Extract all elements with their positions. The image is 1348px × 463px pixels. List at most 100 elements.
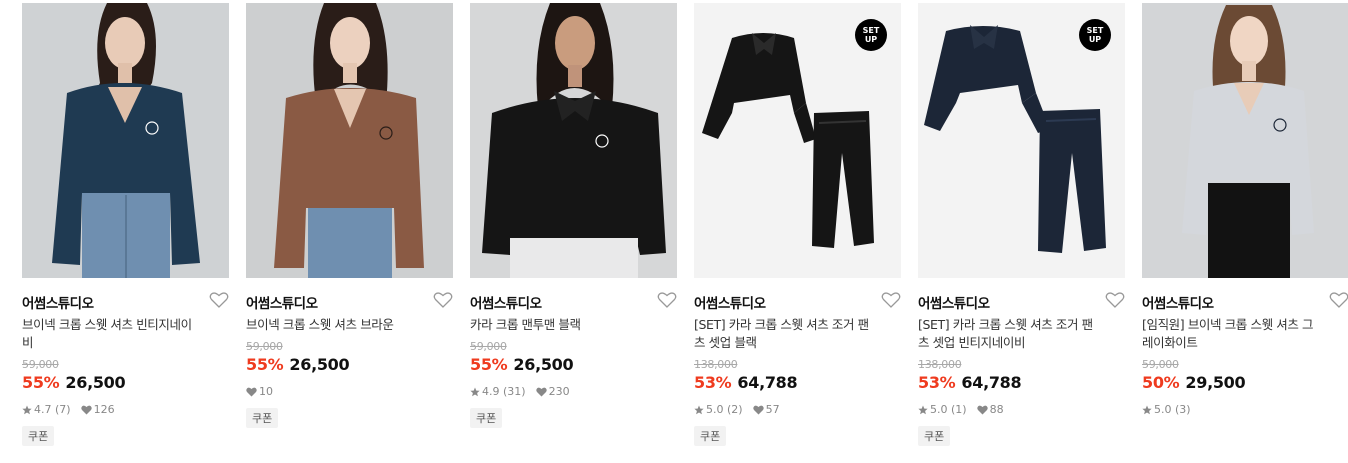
- like-count: 126: [93, 403, 115, 416]
- heart-icon[interactable]: [1329, 291, 1348, 309]
- model-grey-sweatshirt-image: [1142, 3, 1348, 278]
- original-price: 59,000: [470, 340, 507, 353]
- review-count: (3): [1175, 403, 1191, 416]
- heart-filled-icon: [976, 405, 988, 414]
- original-price: 138,000: [918, 358, 962, 371]
- product-card[interactable]: 어썸스튜디오 [임직원] 브이넥 크롭 스웻 셔츠 그레이화이트 59,000 …: [1142, 3, 1348, 416]
- heart-icon[interactable]: [1105, 291, 1125, 309]
- heart-filled-icon: [752, 405, 764, 414]
- product-meta: 5.0 (1) 88: [918, 403, 1125, 416]
- product-name[interactable]: [SET] 카라 크롭 스웻 셔츠 조거 팬츠 셋업 블랙: [694, 316, 874, 352]
- product-meta: 4.9 (31) 230: [470, 385, 677, 398]
- original-price: 59,000: [1142, 358, 1179, 371]
- brand-name[interactable]: 어썸스튜디오: [246, 296, 318, 312]
- coupon-badge: 쿠폰: [470, 408, 503, 428]
- likes: 10: [246, 385, 273, 398]
- star-icon: [470, 387, 480, 396]
- product-grid: 어썸스튜디오 브이넥 크롭 스웻 셔츠 빈티지네이비 59,000 55% 26,…: [0, 0, 1348, 463]
- model-brown-sweatshirt-image: [246, 3, 453, 278]
- rating-value: 4.9: [482, 385, 500, 398]
- likes: 57: [752, 403, 780, 416]
- review-count: (31): [503, 385, 526, 398]
- star-icon: [22, 405, 32, 414]
- sale-price: 26,500: [513, 355, 574, 374]
- set-up-badge: SET UP: [855, 19, 887, 51]
- price-row: 55% 26,500: [470, 355, 677, 374]
- heart-icon[interactable]: [881, 291, 901, 309]
- product-card[interactable]: 어썸스튜디오 브이넥 크롭 스웻 셔츠 빈티지네이비 59,000 55% 26,…: [22, 3, 229, 446]
- rating-value: 5.0: [1154, 403, 1172, 416]
- coupon-badge: 쿠폰: [22, 426, 55, 446]
- star-icon: [1142, 405, 1152, 414]
- heart-icon[interactable]: [657, 291, 677, 309]
- product-image[interactable]: SET UP: [918, 3, 1125, 278]
- discount-rate: 55%: [22, 373, 60, 392]
- likes: 88: [976, 403, 1004, 416]
- product-meta: 5.0 (2) 57: [694, 403, 901, 416]
- product-image[interactable]: [1142, 3, 1348, 278]
- coupon-badge: 쿠폰: [918, 426, 951, 446]
- product-meta: 10: [246, 385, 453, 398]
- price-row: 55% 26,500: [246, 355, 453, 374]
- likes: 126: [80, 403, 115, 416]
- review-count: (2): [727, 403, 743, 416]
- product-image[interactable]: SET UP: [694, 3, 901, 278]
- set-up-badge: SET UP: [1079, 19, 1111, 51]
- discount-rate: 55%: [246, 355, 284, 374]
- product-name[interactable]: 브이넥 크롭 스웻 셔츠 브라운: [246, 316, 426, 334]
- sale-price: 64,788: [961, 373, 1022, 392]
- product-name[interactable]: [임직원] 브이넥 크롭 스웻 셔츠 그레이화이트: [1142, 316, 1322, 352]
- product-meta: 4.7 (7) 126: [22, 403, 229, 416]
- brand-name[interactable]: 어썸스튜디오: [22, 296, 94, 312]
- product-image[interactable]: [246, 3, 453, 278]
- rating-value: 5.0: [930, 403, 948, 416]
- original-price: 138,000: [694, 358, 738, 371]
- heart-icon[interactable]: [209, 291, 229, 309]
- sale-price: 26,500: [65, 373, 126, 392]
- brand-name[interactable]: 어썸스튜디오: [470, 296, 542, 312]
- product-card[interactable]: 어썸스튜디오 카라 크롭 맨투맨 블랙 59,000 55% 26,500 4.9…: [470, 3, 677, 428]
- product-name[interactable]: [SET] 카라 크롭 스웻 셔츠 조거 팬츠 셋업 빈티지네이비: [918, 316, 1098, 352]
- coupon-badge: 쿠폰: [694, 426, 727, 446]
- review-count: (1): [951, 403, 967, 416]
- heart-filled-icon: [246, 387, 257, 396]
- product-image[interactable]: [470, 3, 677, 278]
- rating: 4.7 (7): [22, 403, 71, 416]
- review-count: (7): [55, 403, 71, 416]
- rating-value: 5.0: [706, 403, 724, 416]
- product-image[interactable]: [22, 3, 229, 278]
- discount-rate: 53%: [918, 373, 956, 392]
- brand-name[interactable]: 어썸스튜디오: [918, 296, 990, 312]
- price-row: 55% 26,500: [22, 373, 229, 392]
- sale-price: 29,500: [1185, 373, 1246, 392]
- like-count: 230: [548, 385, 570, 398]
- heart-icon[interactable]: [433, 291, 453, 309]
- coupon-badge: 쿠폰: [246, 408, 279, 428]
- product-card[interactable]: 어썸스튜디오 브이넥 크롭 스웻 셔츠 브라운 59,000 55% 26,500…: [246, 3, 453, 428]
- star-icon: [694, 405, 704, 414]
- rating: 5.0 (2): [694, 403, 743, 416]
- original-price: 59,000: [22, 358, 59, 371]
- brand-name[interactable]: 어썸스튜디오: [694, 296, 766, 312]
- likes: 230: [535, 385, 570, 398]
- discount-rate: 53%: [694, 373, 732, 392]
- brand-name[interactable]: 어썸스튜디오: [1142, 296, 1214, 312]
- model-navy-sweatshirt-image: [22, 3, 229, 278]
- rating: 4.9 (31): [470, 385, 526, 398]
- rating: 5.0 (3): [1142, 403, 1191, 416]
- discount-rate: 50%: [1142, 373, 1180, 392]
- rating-value: 4.7: [34, 403, 52, 416]
- like-count: 88: [989, 403, 1004, 416]
- heart-filled-icon: [535, 387, 547, 396]
- heart-filled-icon: [80, 405, 92, 414]
- sale-price: 64,788: [737, 373, 798, 392]
- price-row: 50% 29,500: [1142, 373, 1348, 392]
- product-card[interactable]: SET UP 어썸스튜디오 [SET] 카라 크롭 스웻 셔츠 조거 팬츠 셋업 …: [694, 3, 901, 446]
- model-black-collar-sweatshirt-image: [470, 3, 677, 278]
- product-name[interactable]: 브이넥 크롭 스웻 셔츠 빈티지네이비: [22, 316, 202, 352]
- product-name[interactable]: 카라 크롭 맨투맨 블랙: [470, 316, 650, 334]
- product-card[interactable]: SET UP 어썸스튜디오 [SET] 카라 크롭 스웻 셔츠 조거 팬츠 셋업 …: [918, 3, 1125, 446]
- sale-price: 26,500: [289, 355, 350, 374]
- star-icon: [918, 405, 928, 414]
- original-price: 59,000: [246, 340, 283, 353]
